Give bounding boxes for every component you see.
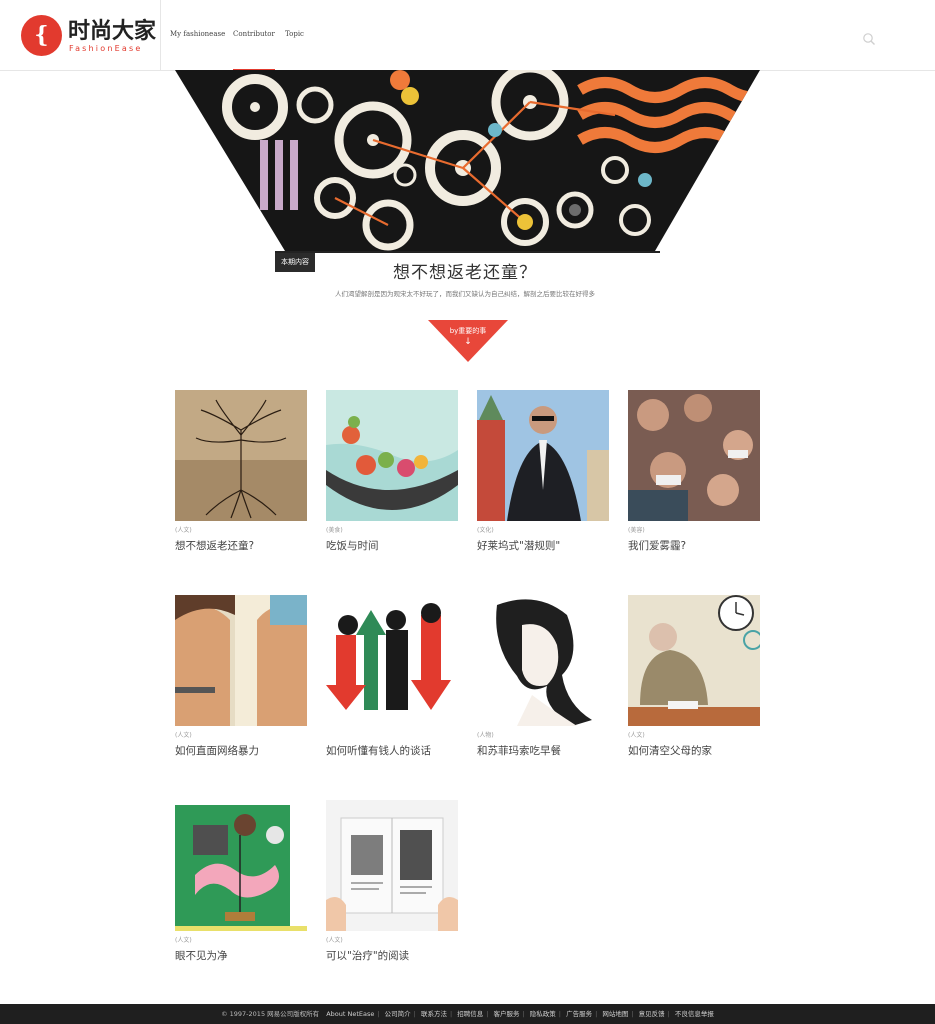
- issue-title[interactable]: 想不想返老还童？: [335, 258, 595, 283]
- footer-link-about-netease[interactable]: About NetEase: [326, 1004, 374, 1024]
- logo-name-en: FashionEase: [69, 44, 143, 53]
- article-category: (人文): [326, 937, 343, 944]
- article-thumbnail[interactable]: [477, 595, 609, 726]
- article-category: (人文): [175, 527, 192, 534]
- article-title[interactable]: 如何清空父母的家: [628, 743, 761, 758]
- logo-name-cn: 时尚大家: [68, 19, 157, 44]
- article-card[interactable]: (人文) 如何清空父母的家: [628, 595, 761, 758]
- article-card[interactable]: (人文) 眼不见为净: [175, 800, 308, 963]
- issue-tag: 本期内容: [275, 253, 315, 272]
- footer-separator: |: [522, 1010, 525, 1018]
- footer-link-customer-service[interactable]: 客户服务: [494, 1004, 520, 1024]
- scroll-down-label: by重要的事: [449, 327, 487, 335]
- footer-link-feedback[interactable]: 意见反馈: [639, 1004, 665, 1024]
- article-card[interactable]: (文化) 好莱坞式"潜规则": [477, 390, 610, 553]
- footer-separator: |: [377, 1010, 380, 1018]
- site-footer: © 1997-2015 网易公司版权所有 About NetEase | 公司简介…: [0, 1004, 935, 1024]
- article-card[interactable]: (人文) 可以"治疗"的阅读: [326, 800, 459, 963]
- site-header: { 时尚大家 FashionEase My fashionease Contri…: [0, 0, 935, 71]
- footer-link-sitemap[interactable]: 网站地图: [602, 1004, 628, 1024]
- article-category: (美食): [326, 527, 343, 534]
- article-card[interactable]: (美容) 我们爱雾霾?: [628, 390, 761, 553]
- article-title[interactable]: 可以"治疗"的阅读: [326, 948, 459, 963]
- logo-mark: {: [21, 15, 62, 56]
- nav-item-topic[interactable]: Topic: [285, 30, 304, 38]
- article-title[interactable]: 和苏菲玛索吃早餐: [477, 743, 610, 758]
- article-title[interactable]: 如何直面网络暴力: [175, 743, 308, 758]
- footer-separator: |: [667, 1010, 670, 1018]
- footer-copyright: © 1997-2015 网易公司版权所有: [221, 1010, 320, 1018]
- footer-separator: |: [631, 1010, 634, 1018]
- article-category: (人文): [175, 937, 192, 944]
- article-thumbnail[interactable]: [628, 390, 760, 521]
- arrow-down-icon: ↓: [464, 337, 472, 347]
- footer-separator: |: [413, 1010, 416, 1018]
- site-logo[interactable]: { 时尚大家 FashionEase: [0, 0, 161, 70]
- footer-separator: |: [595, 1010, 598, 1018]
- footer-link-company[interactable]: 公司简介: [385, 1004, 411, 1024]
- hero-divider: [275, 251, 660, 253]
- footer-separator: |: [449, 1010, 453, 1018]
- article-category: (人物): [477, 732, 494, 739]
- article-thumbnail[interactable]: [326, 390, 458, 521]
- article-card[interactable]: 如何听懂有钱人的谈话: [326, 595, 459, 758]
- article-card[interactable]: (人物) 和苏菲玛索吃早餐: [477, 595, 610, 758]
- article-thumbnail[interactable]: [628, 595, 760, 726]
- article-title[interactable]: 好莱坞式"潜规则": [477, 538, 610, 553]
- article-title[interactable]: 我们爱雾霾?: [628, 538, 761, 553]
- footer-separator: |: [558, 1010, 561, 1018]
- article-category: (人文): [628, 732, 645, 739]
- article-category: (美容): [628, 527, 645, 534]
- article-category: (人文): [175, 732, 192, 739]
- article-title[interactable]: 想不想返老还童?: [175, 538, 308, 553]
- article-title[interactable]: 眼不见为净: [175, 948, 308, 963]
- article-thumbnail[interactable]: [175, 595, 307, 726]
- article-title[interactable]: 吃饭与时间: [326, 538, 459, 553]
- article-card[interactable]: (美食) 吃饭与时间: [326, 390, 459, 553]
- scroll-down-button[interactable]: by重要的事 ↓: [428, 320, 508, 362]
- article-category: (文化): [477, 527, 494, 534]
- search-icon[interactable]: [862, 31, 876, 45]
- article-card[interactable]: (人文) 想不想返老还童?: [175, 390, 308, 553]
- article-thumbnail[interactable]: [326, 595, 458, 726]
- article-thumbnail[interactable]: [326, 800, 458, 931]
- article-card[interactable]: (人文) 如何直面网络暴力: [175, 595, 308, 758]
- footer-link-contact[interactable]: 联系方法: [421, 1004, 447, 1024]
- article-title[interactable]: 如何听懂有钱人的谈话: [326, 743, 459, 758]
- issue-description: 人们渴望解剖是因为观宋太不好玩了，而我们又缺认为自己纠结，解剖之后要比较在好得多: [335, 290, 595, 298]
- hero-illustration: [175, 70, 760, 260]
- nav-item-my-fashionease[interactable]: My fashionease: [170, 30, 225, 38]
- article-thumbnail[interactable]: [175, 390, 307, 521]
- article-thumbnail[interactable]: [175, 800, 307, 931]
- article-category: [326, 732, 459, 740]
- footer-link-report[interactable]: 不良信息举报: [675, 1004, 714, 1024]
- footer-link-jobs[interactable]: 招聘信息: [457, 1004, 483, 1024]
- nav-item-contributor[interactable]: Contributor: [233, 30, 275, 71]
- article-thumbnail[interactable]: [477, 390, 609, 521]
- footer-link-privacy[interactable]: 隐私政策: [530, 1004, 556, 1024]
- footer-link-ads[interactable]: 广告服务: [566, 1004, 592, 1024]
- footer-separator: |: [486, 1010, 489, 1018]
